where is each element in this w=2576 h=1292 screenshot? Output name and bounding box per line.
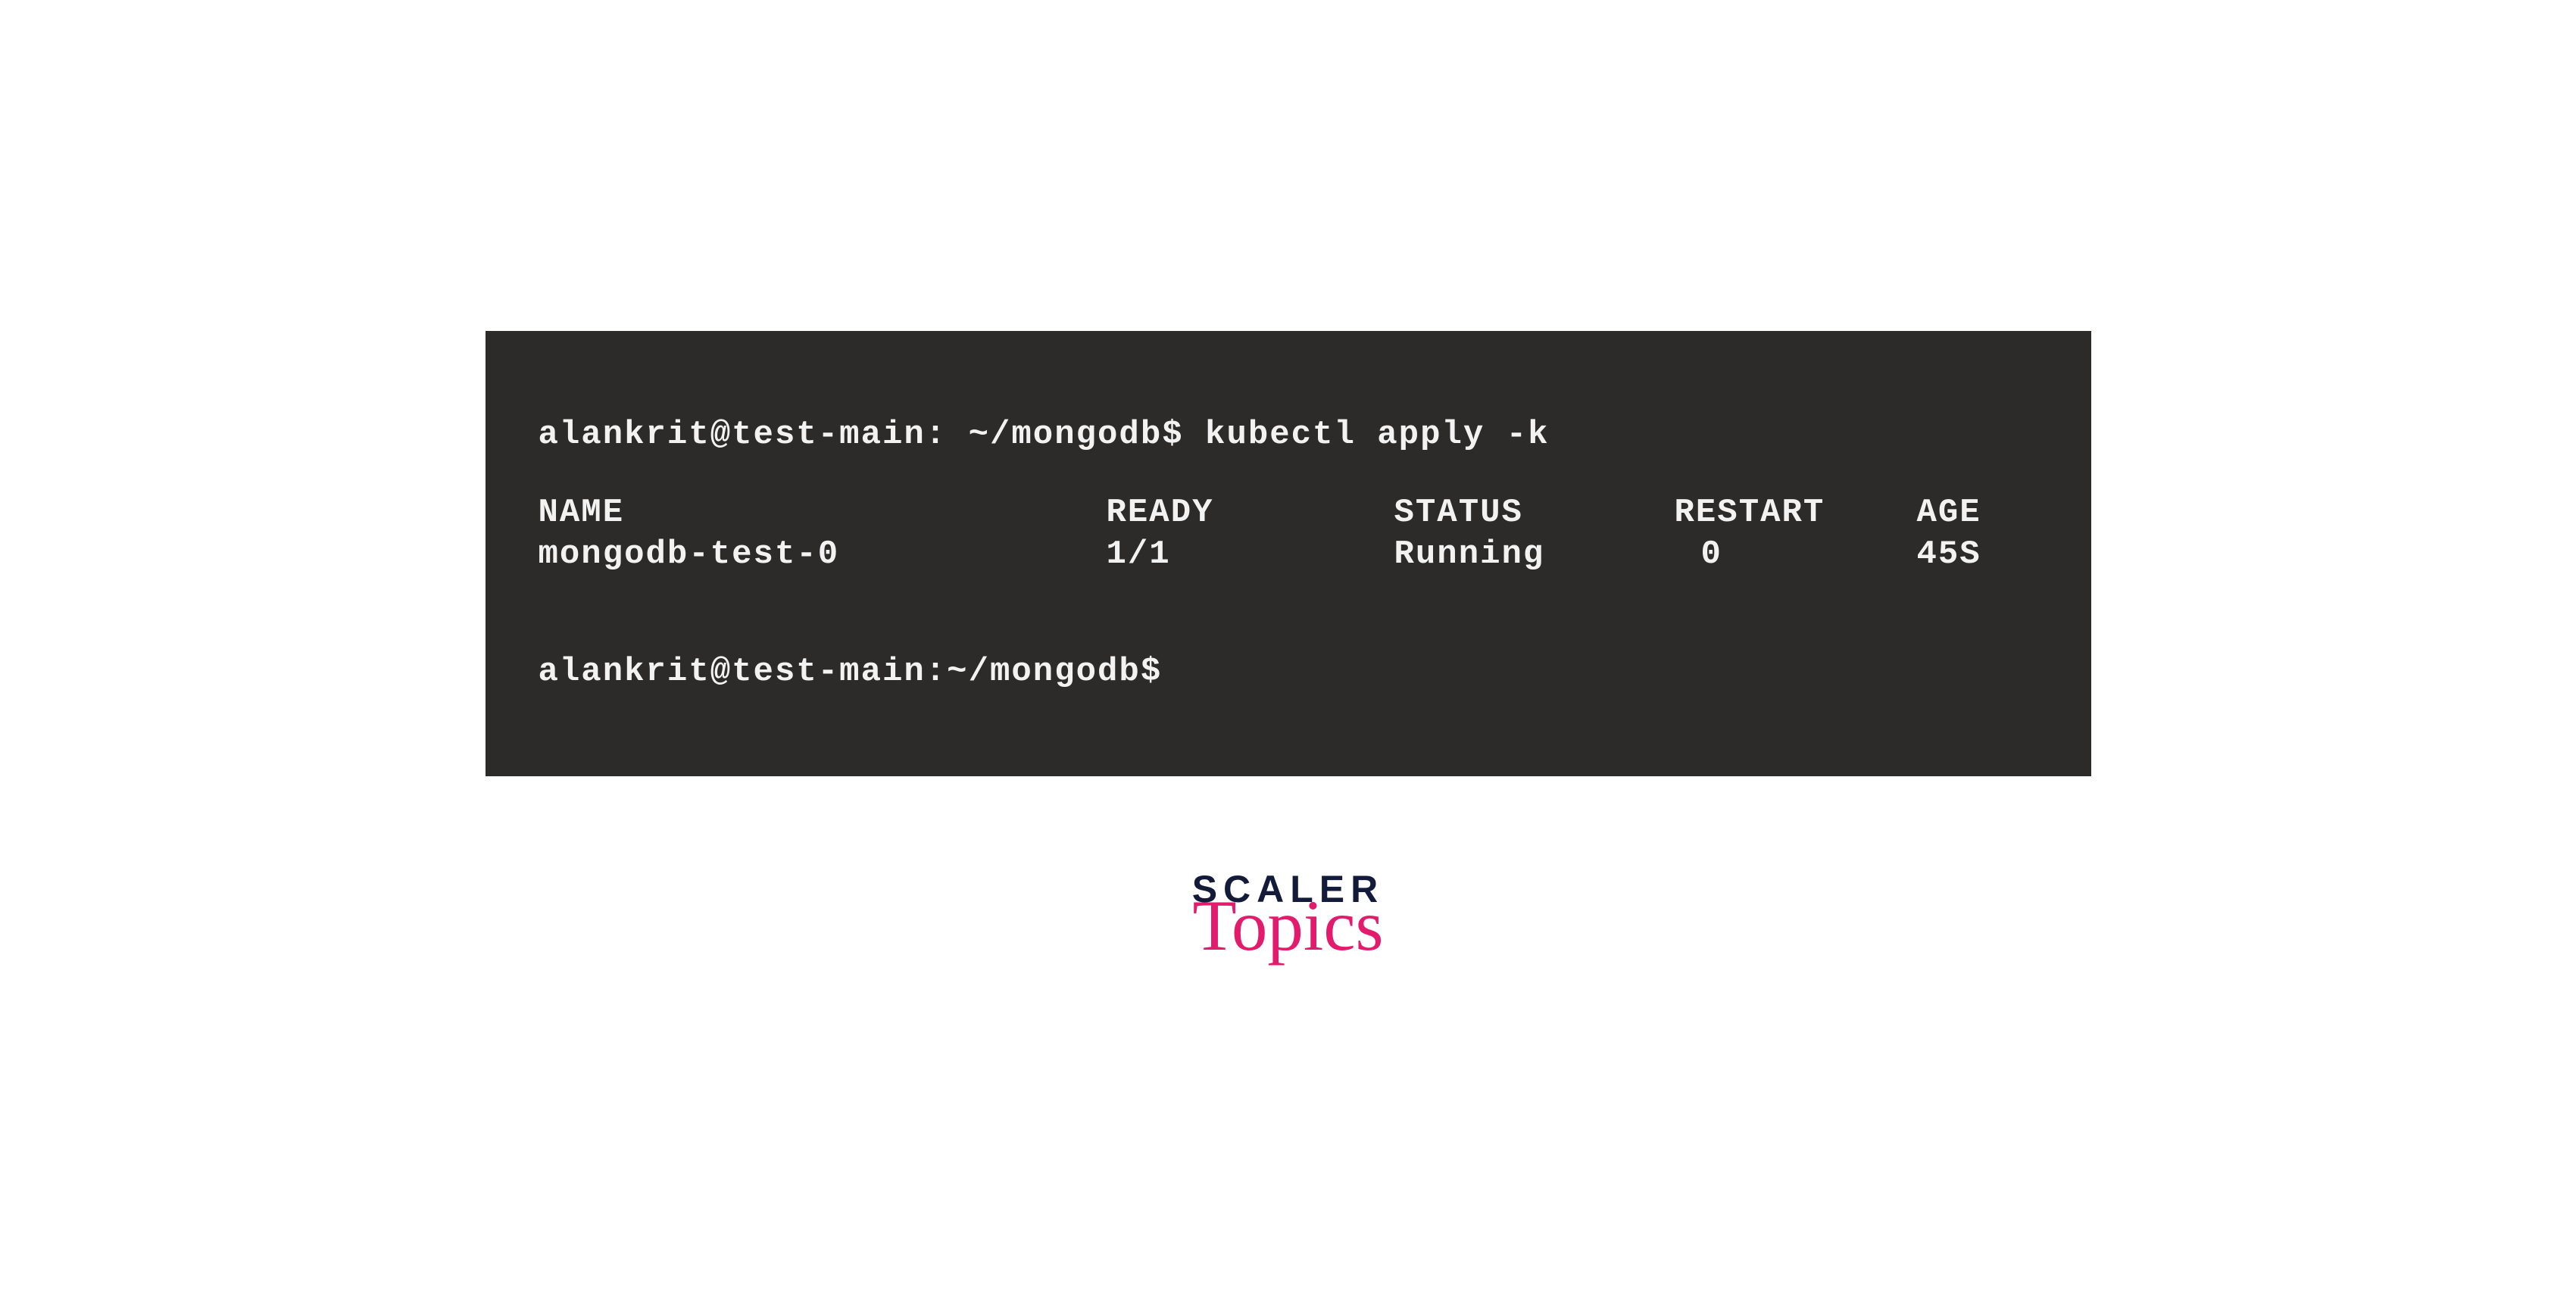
kubectl-output-table: NAME READY STATUS RESTART AGE mongodb-te… [539, 492, 2038, 576]
col-header-status: STATUS [1394, 492, 1675, 534]
command-line-2: alankrit@test-main:~/mongodb$ [539, 651, 2038, 693]
col-header-restart: RESTART [1675, 492, 1917, 534]
table-header-row: NAME READY STATUS RESTART AGE [539, 492, 2038, 534]
scaler-topics-logo: SCALER Topics [1137, 867, 1440, 962]
table-row: mongodb-test-0 1/1 Running 0 45S [539, 534, 2038, 576]
command-line-1: alankrit@test-main: ~/mongodb$ kubectl a… [539, 414, 2038, 456]
cell-status: Running [1394, 534, 1675, 576]
col-header-age: AGE [1917, 492, 2031, 534]
col-header-name: NAME [539, 492, 1107, 534]
terminal-window[interactable]: alankrit@test-main: ~/mongodb$ kubectl a… [486, 331, 2091, 776]
logo-text-topics: Topics [1137, 890, 1440, 962]
cell-ready: 1/1 [1107, 534, 1394, 576]
cell-restart: 0 [1675, 534, 1917, 576]
col-header-ready: READY [1107, 492, 1394, 534]
cell-name: mongodb-test-0 [539, 534, 1107, 576]
cell-age: 45S [1917, 534, 2031, 576]
